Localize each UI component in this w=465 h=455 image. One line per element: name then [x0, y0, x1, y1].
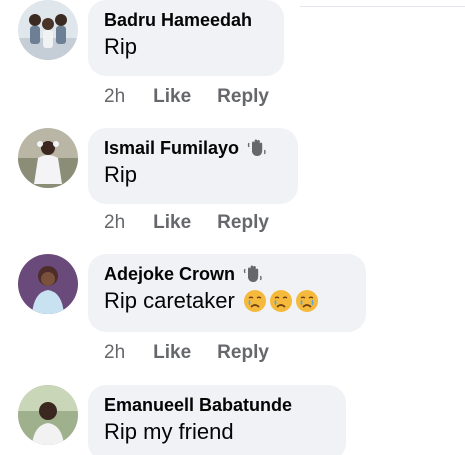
- like-button[interactable]: Like: [153, 212, 191, 234]
- divider: [300, 6, 465, 7]
- like-button[interactable]: Like: [153, 342, 191, 364]
- comment-thread: Badru Hameedah Rip 2h Like Reply Ismail …: [0, 0, 465, 455]
- comment-text: Rip my friend: [104, 419, 234, 444]
- comment-time[interactable]: 2h: [104, 86, 125, 108]
- crying-face-icon: [243, 290, 266, 312]
- comment-author[interactable]: Badru Hameedah: [104, 10, 252, 31]
- comment-bubble: Ismail Fumilayo Rip: [88, 128, 298, 204]
- reply-button[interactable]: Reply: [217, 342, 269, 364]
- avatar[interactable]: [18, 385, 78, 445]
- comment-time[interactable]: 2h: [104, 342, 125, 364]
- like-button[interactable]: Like: [153, 86, 191, 108]
- comment-author[interactable]: Adejoke Crown: [104, 264, 235, 285]
- avatar[interactable]: [18, 128, 78, 188]
- reply-button[interactable]: Reply: [217, 212, 269, 234]
- comment-actions: 2h Like Reply: [104, 212, 269, 234]
- comment-actions: 2h Like Reply: [104, 342, 269, 364]
- reply-button[interactable]: Reply: [217, 86, 269, 108]
- comment-author[interactable]: Emanueell Babatunde: [104, 395, 292, 416]
- comment-text: Rip caretaker: [104, 288, 235, 313]
- comment-text: Rip: [104, 162, 138, 187]
- crying-face-icon: [295, 290, 318, 312]
- crying-face-icon: [269, 290, 292, 312]
- comment-bubble: Adejoke Crown Rip caretaker: [88, 254, 366, 332]
- comment-actions: 2h Like Reply: [104, 86, 269, 108]
- comment-time[interactable]: 2h: [104, 212, 125, 234]
- avatar[interactable]: [18, 254, 78, 314]
- avatar[interactable]: [18, 0, 78, 60]
- comment-bubble: Emanueell Babatunde Rip my friend: [88, 385, 346, 455]
- waving-hand-badge-icon: [242, 263, 264, 285]
- comment-text: Rip: [104, 34, 138, 59]
- comment-bubble: Badru Hameedah Rip: [88, 0, 284, 76]
- waving-hand-badge-icon: [246, 137, 268, 159]
- emoji-group: [243, 289, 319, 313]
- comment-author[interactable]: Ismail Fumilayo: [104, 138, 239, 159]
